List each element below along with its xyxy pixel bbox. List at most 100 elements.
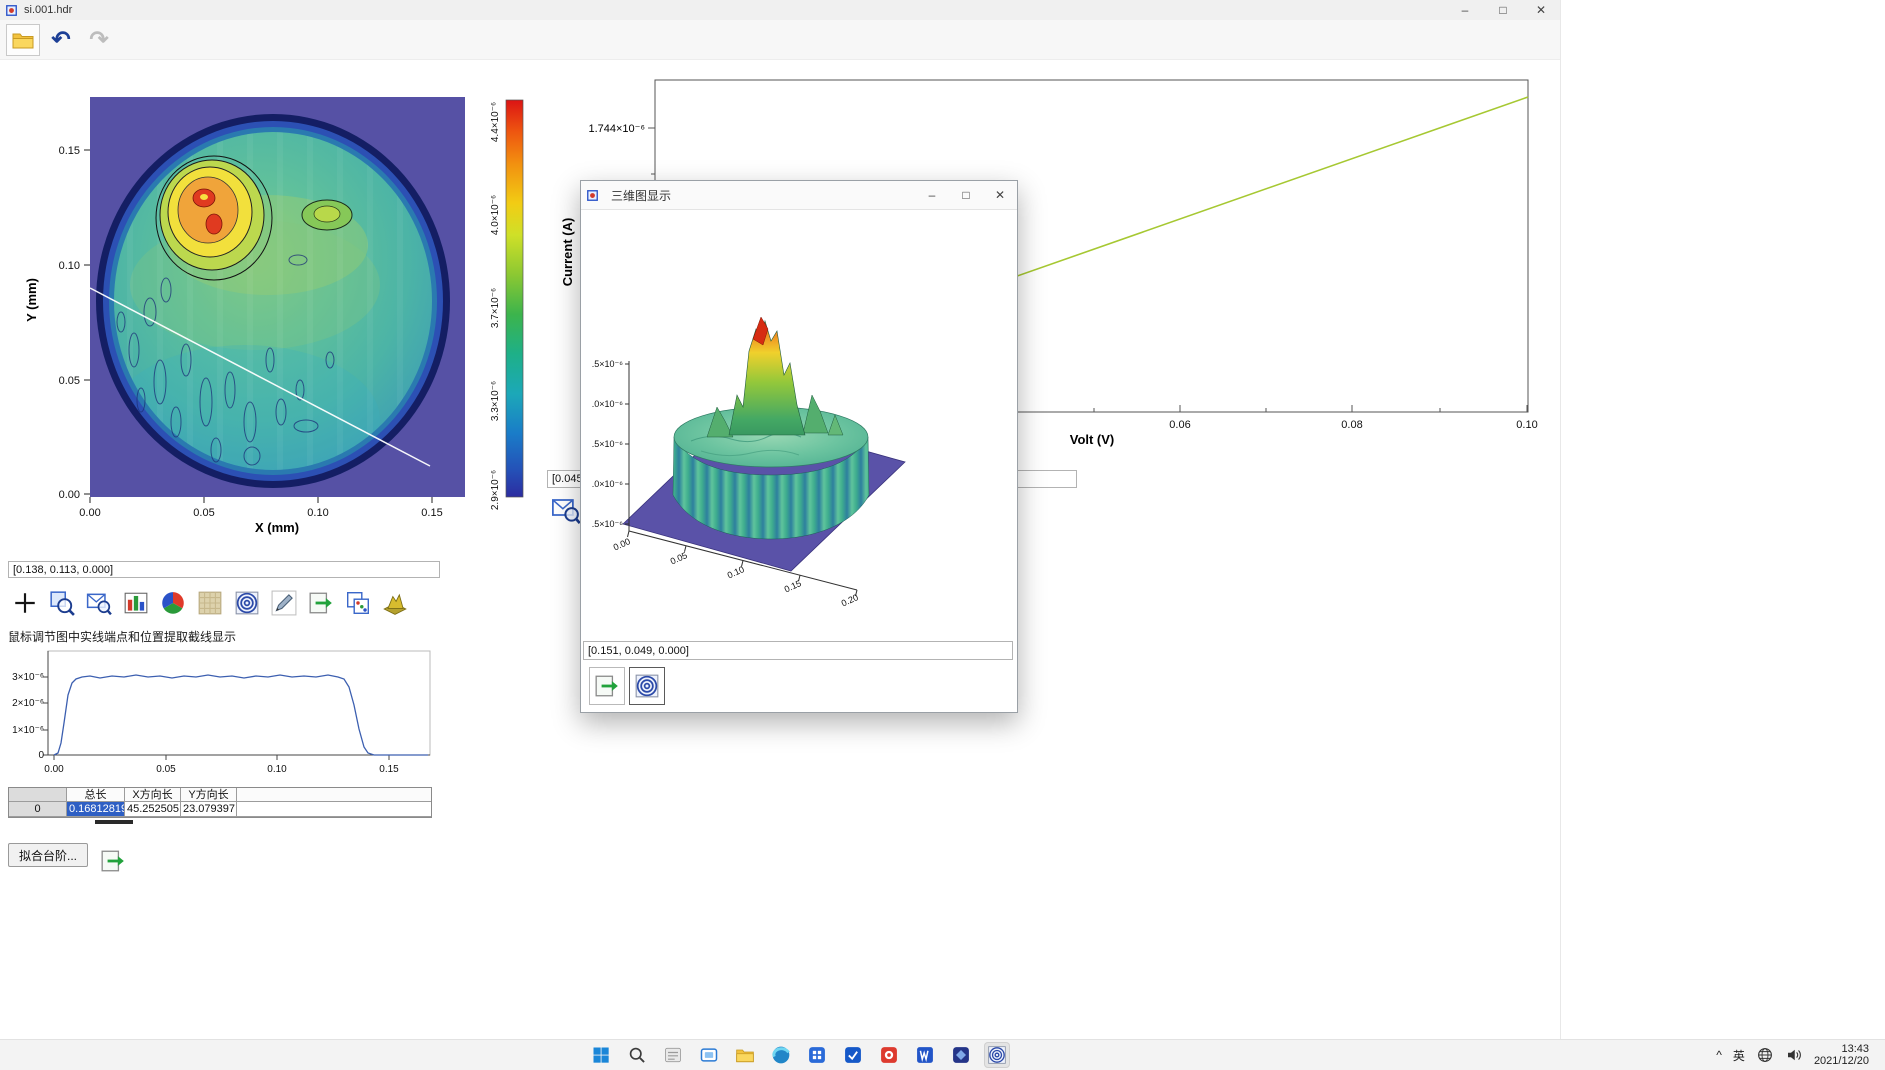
blue-app-icon (843, 1045, 863, 1065)
z-tick: .5×10⁻⁶ (592, 359, 624, 369)
window-controls: – □ ✕ (1446, 0, 1560, 20)
system-tray: ^ 英 13:43 2021/12/20 (1716, 1040, 1869, 1070)
x-tick: 0.10 (307, 507, 328, 519)
export-arrow-icon (594, 673, 620, 699)
export-arrow-icon (100, 848, 126, 874)
contour-toolbar (8, 585, 412, 621)
dialog-minimize-button[interactable]: – (915, 181, 949, 209)
pattern-tool-button[interactable] (230, 585, 264, 621)
export-step-button[interactable] (96, 843, 130, 879)
copy-tool-button[interactable] (341, 585, 375, 621)
iv-y-tick: 1.744×10⁻⁶ (588, 123, 645, 135)
search-button[interactable] (624, 1042, 650, 1068)
y-tick: 0.05 (59, 375, 80, 387)
undo-icon: ↶ (51, 28, 70, 51)
surface3d-plot[interactable]: .5×10⁻⁶ .0×10⁻⁶ .5×10⁻⁶ .0×10⁻⁶ .5×10⁻⁶ … (581, 209, 1017, 639)
search-icon (627, 1045, 647, 1065)
profile-y-tick: 2×10⁻⁶ (12, 698, 44, 709)
dialog-pattern-button[interactable] (629, 667, 665, 705)
colorbar-tick: 3.7×10⁻⁶ (490, 288, 501, 328)
profile-plot[interactable]: 3×10⁻⁶ 2×10⁻⁶ 1×10⁻⁶ 0 0.00 0.05 0.10 0.… (0, 643, 445, 783)
document-icon (663, 1045, 683, 1065)
z-tick: .5×10⁻⁶ (592, 519, 624, 529)
table-header: 总长 (67, 788, 125, 802)
table-header-filler (237, 788, 431, 802)
start-button[interactable] (588, 1042, 614, 1068)
table-header: X方向长 (125, 788, 181, 802)
export-tool-button[interactable] (304, 585, 338, 621)
crosshair-icon (12, 590, 38, 616)
zoom-tool-button[interactable] (45, 585, 79, 621)
app-red-button[interactable] (876, 1042, 902, 1068)
maximize-button[interactable]: □ (1484, 0, 1522, 20)
language-indicator[interactable]: 英 (1733, 1047, 1745, 1064)
clock[interactable]: 13:43 2021/12/20 (1814, 1043, 1869, 1067)
dialog-maximize-button[interactable]: □ (949, 181, 983, 209)
x3d-tick: 0.05 (669, 550, 689, 566)
colorbar (506, 100, 523, 497)
pen-probe-icon (271, 590, 297, 616)
titlebar: si.001.hdr – □ ✕ (0, 0, 1560, 20)
task-view-button[interactable] (696, 1042, 722, 1068)
app-grid-button[interactable] (804, 1042, 830, 1068)
y-length-cell[interactable]: 23.079397 (181, 802, 237, 817)
volume-icon[interactable] (1785, 1046, 1803, 1064)
tray-expand-chevron[interactable]: ^ (1716, 1048, 1722, 1062)
edge-browser-button[interactable] (768, 1042, 794, 1068)
colorbar-tick: 4.0×10⁻⁶ (490, 195, 501, 235)
x-tick: 0.00 (79, 507, 100, 519)
profile-x-tick: 0.15 (379, 764, 399, 775)
z-tick: .0×10⁻⁶ (592, 399, 624, 409)
fit-step-button[interactable]: 拟合台阶... (8, 843, 88, 867)
surface3d-dialog: 三维图显示 – □ ✕ (580, 180, 1018, 713)
iv-region-zoom-button[interactable] (549, 492, 583, 528)
network-globe-icon[interactable] (1756, 1046, 1774, 1064)
close-button[interactable]: ✕ (1522, 0, 1560, 20)
undo-button[interactable]: ↶ (44, 24, 78, 56)
crosshair-tool-button[interactable] (8, 585, 42, 621)
interference-pattern-icon (987, 1045, 1007, 1065)
colormap-tool-button[interactable] (156, 585, 190, 621)
total-length-cell[interactable]: 0.16812819 (67, 802, 125, 817)
dialog-export-button[interactable] (589, 667, 625, 705)
table-row: 0 0.16812819 45.252505 23.079397 (9, 802, 431, 817)
app-word-button[interactable] (912, 1042, 938, 1068)
surface-3d-icon (382, 590, 408, 616)
magnifier-icon (49, 590, 75, 616)
redo-icon: ↷ (89, 28, 108, 51)
y-axis-label: Y (mm) (24, 278, 39, 322)
file-explorer-button[interactable] (732, 1042, 758, 1068)
iv-x-axis-label: Volt (V) (1070, 432, 1115, 447)
contour-plot[interactable]: 0.00 0.05 0.10 0.15 0.15 0.10 0.05 0.00 … (0, 60, 545, 560)
x-length-cell[interactable]: 45.252505 (125, 802, 181, 817)
interference-pattern-icon (234, 590, 260, 616)
color-bars-icon (123, 590, 149, 616)
minimize-button[interactable]: – (1446, 0, 1484, 20)
colorbar-tool-button[interactable] (119, 585, 153, 621)
dialog-coordinate-readout: [0.151, 0.049, 0.000] (583, 641, 1013, 660)
dialog-close-button[interactable]: ✕ (983, 181, 1017, 209)
redo-button[interactable]: ↷ (82, 24, 116, 56)
notes-app-button[interactable] (660, 1042, 686, 1068)
color-wheel-icon (160, 590, 186, 616)
app-dark-button[interactable] (948, 1042, 974, 1068)
colorbar-tick: 2.9×10⁻⁶ (490, 470, 501, 510)
folder-icon (735, 1045, 755, 1065)
profile-x-tick: 0.00 (44, 764, 64, 775)
x-axis-label: X (mm) (255, 520, 299, 535)
profile-x-tick: 0.05 (156, 764, 176, 775)
surface3d-tool-button[interactable] (378, 585, 412, 621)
table-grip[interactable] (95, 820, 133, 824)
clock-time: 13:43 (1814, 1043, 1869, 1055)
y-tick: 0.00 (59, 489, 80, 501)
probe-tool-button[interactable] (267, 585, 301, 621)
active-measurement-app-button[interactable] (984, 1042, 1010, 1068)
iv-y-axis-label: Current (A) (560, 218, 575, 287)
envelope-magnifier-icon (86, 590, 112, 616)
row-index-cell[interactable]: 0 (9, 802, 67, 817)
texture-tool-button[interactable] (193, 585, 227, 621)
window-title: si.001.hdr (24, 4, 72, 16)
region-zoom-tool-button[interactable] (82, 585, 116, 621)
open-file-button[interactable] (6, 24, 40, 56)
app-blue-button[interactable] (840, 1042, 866, 1068)
